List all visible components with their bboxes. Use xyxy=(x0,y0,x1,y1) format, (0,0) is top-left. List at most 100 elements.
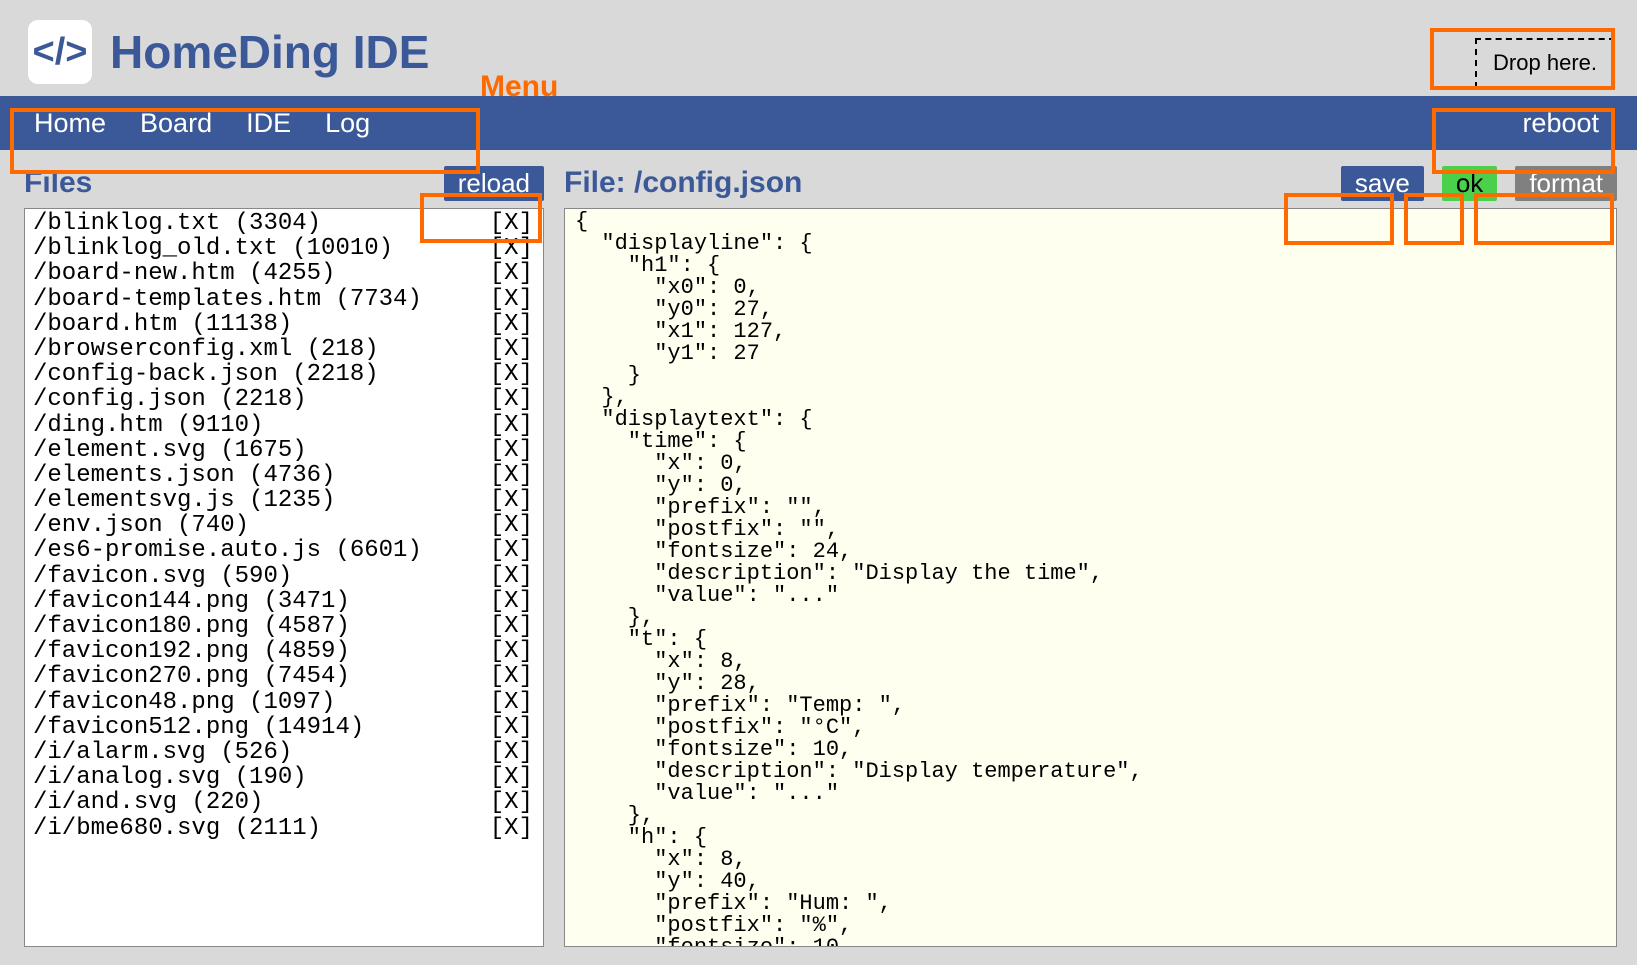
format-button[interactable]: format xyxy=(1515,166,1617,201)
file-delete-button[interactable]: [X] xyxy=(490,538,533,563)
file-delete-button[interactable]: [X] xyxy=(490,816,533,841)
file-row[interactable]: /env.json (740) [X] xyxy=(33,513,537,538)
file-name[interactable]: /es6-promise.auto.js (6601) xyxy=(33,538,422,563)
file-delete-button[interactable]: [X] xyxy=(490,765,533,790)
file-delete-button[interactable]: [X] xyxy=(490,287,533,312)
drop-zone[interactable]: Drop here. xyxy=(1475,38,1615,88)
file-row[interactable]: /element.svg (1675) [X] xyxy=(33,438,537,463)
file-name[interactable]: /config.json (2218) xyxy=(33,387,307,412)
file-name[interactable]: /blinklog_old.txt (10010) xyxy=(33,236,393,261)
file-delete-button[interactable]: [X] xyxy=(490,463,533,488)
logo-glyph: </> xyxy=(33,31,88,74)
file-name[interactable]: /elementsvg.js (1235) xyxy=(33,488,335,513)
main: Files reload /blinklog.txt (3304)[X]/bli… xyxy=(0,150,1637,947)
file-delete-button[interactable]: [X] xyxy=(490,664,533,689)
editor-title: File: /config.json xyxy=(564,166,802,200)
file-name[interactable]: /i/alarm.svg (526) xyxy=(33,740,292,765)
file-row[interactable]: /favicon.svg (590) [X] xyxy=(33,564,537,589)
file-row[interactable]: /favicon144.png (3471) [X] xyxy=(33,589,537,614)
file-delete-button[interactable]: [X] xyxy=(490,614,533,639)
file-delete-button[interactable]: [X] xyxy=(490,790,533,815)
file-delete-button[interactable]: [X] xyxy=(490,564,533,589)
file-row[interactable]: /i/bme680.svg (2111) [X] xyxy=(33,816,537,841)
file-row[interactable]: /board.htm (11138) [X] xyxy=(33,312,537,337)
file-row[interactable]: /elements.json (4736) [X] xyxy=(33,463,537,488)
file-delete-button[interactable]: [X] xyxy=(490,690,533,715)
file-name[interactable]: /favicon48.png (1097) xyxy=(33,690,335,715)
ok-button[interactable]: ok xyxy=(1442,166,1497,201)
file-row[interactable]: /blinklog.txt (3304) [X] xyxy=(33,211,537,236)
nav-item-board[interactable]: Board xyxy=(140,108,212,139)
files-pane: Files reload /blinklog.txt (3304)[X]/bli… xyxy=(24,164,544,947)
file-delete-button[interactable]: [X] xyxy=(490,589,533,614)
file-name[interactable]: /favicon512.png (14914) xyxy=(33,715,364,740)
file-row[interactable]: /favicon270.png (7454) [X] xyxy=(33,664,537,689)
editor-pane: File: /config.json save ok format { "dis… xyxy=(564,164,1617,947)
file-name[interactable]: /i/analog.svg (190) xyxy=(33,765,307,790)
file-name[interactable]: /favicon144.png (3471) xyxy=(33,589,350,614)
file-name[interactable]: /favicon270.png (7454) xyxy=(33,664,350,689)
file-name[interactable]: /favicon192.png (4859) xyxy=(33,639,350,664)
files-title: Files xyxy=(24,166,92,200)
file-delete-button[interactable]: [X] xyxy=(490,513,533,538)
menu-annotation: Menu xyxy=(480,70,558,104)
file-row[interactable]: /es6-promise.auto.js (6601) [X] xyxy=(33,538,537,563)
file-delete-button[interactable]: [X] xyxy=(490,312,533,337)
file-row[interactable]: /blinklog_old.txt (10010) [X] xyxy=(33,236,537,261)
file-row[interactable]: /elementsvg.js (1235) [X] xyxy=(33,488,537,513)
file-row[interactable]: /board-templates.htm (7734) [X] xyxy=(33,287,537,312)
file-delete-button[interactable]: [X] xyxy=(490,740,533,765)
file-row[interactable]: /browserconfig.xml (218) [X] xyxy=(33,337,537,362)
file-name[interactable]: /i/and.svg (220) xyxy=(33,790,263,815)
nav-item-home[interactable]: Home xyxy=(34,108,106,139)
page-title: HomeDing IDE xyxy=(110,25,429,79)
header: </> HomeDing IDE Menu Drop here. xyxy=(0,0,1637,96)
file-row[interactable]: /i/and.svg (220) [X] xyxy=(33,790,537,815)
file-list[interactable]: /blinklog.txt (3304)[X]/blinklog_old.txt… xyxy=(24,208,544,947)
file-row[interactable]: /config-back.json (2218) [X] xyxy=(33,362,537,387)
nav-item-ide[interactable]: IDE xyxy=(246,108,291,139)
save-button[interactable]: save xyxy=(1341,166,1424,201)
file-name[interactable]: /elements.json (4736) xyxy=(33,463,335,488)
file-row[interactable]: /ding.htm (9110) [X] xyxy=(33,413,537,438)
file-name[interactable]: /browserconfig.xml (218) xyxy=(33,337,379,362)
file-delete-button[interactable]: [X] xyxy=(490,261,533,286)
file-name[interactable]: /board-templates.htm (7734) xyxy=(33,287,422,312)
logo-icon: </> xyxy=(28,20,92,84)
file-row[interactable]: /favicon48.png (1097) [X] xyxy=(33,690,537,715)
file-name[interactable]: /ding.htm (9110) xyxy=(33,413,263,438)
file-row[interactable]: /i/analog.svg (190) [X] xyxy=(33,765,537,790)
file-delete-button[interactable]: [X] xyxy=(490,413,533,438)
file-name[interactable]: /favicon.svg (590) xyxy=(33,564,292,589)
file-delete-button[interactable]: [X] xyxy=(490,362,533,387)
file-row[interactable]: /i/alarm.svg (526) [X] xyxy=(33,740,537,765)
file-delete-button[interactable]: [X] xyxy=(490,337,533,362)
file-delete-button[interactable]: [X] xyxy=(490,387,533,412)
navbar: Home Board IDE Log reboot xyxy=(0,96,1637,150)
file-delete-button[interactable]: [X] xyxy=(490,639,533,664)
file-delete-button[interactable]: [X] xyxy=(490,211,533,236)
file-name[interactable]: /env.json (740) xyxy=(33,513,249,538)
file-name[interactable]: /board.htm (11138) xyxy=(33,312,292,337)
file-row[interactable]: /config.json (2218) [X] xyxy=(33,387,537,412)
file-name[interactable]: /element.svg (1675) xyxy=(33,438,307,463)
nav-item-log[interactable]: Log xyxy=(325,108,370,139)
reload-button[interactable]: reload xyxy=(444,166,544,201)
editor-textarea[interactable]: { "displayline": { "h1": { "x0": 0, "y0"… xyxy=(564,208,1617,947)
file-row[interactable]: /board-new.htm (4255) [X] xyxy=(33,261,537,286)
file-name[interactable]: /config-back.json (2218) xyxy=(33,362,379,387)
file-name[interactable]: /blinklog.txt (3304) xyxy=(33,211,321,236)
editor-title-prefix: File: xyxy=(564,166,634,199)
file-name[interactable]: /favicon180.png (4587) xyxy=(33,614,350,639)
file-row[interactable]: /favicon192.png (4859) [X] xyxy=(33,639,537,664)
file-delete-button[interactable]: [X] xyxy=(490,715,533,740)
editor-filename: /config.json xyxy=(634,166,802,199)
reboot-button[interactable]: reboot xyxy=(1504,104,1617,143)
file-delete-button[interactable]: [X] xyxy=(490,438,533,463)
file-name[interactable]: /board-new.htm (4255) xyxy=(33,261,335,286)
file-delete-button[interactable]: [X] xyxy=(490,488,533,513)
file-delete-button[interactable]: [X] xyxy=(490,236,533,261)
file-row[interactable]: /favicon180.png (4587) [X] xyxy=(33,614,537,639)
file-row[interactable]: /favicon512.png (14914) [X] xyxy=(33,715,537,740)
file-name[interactable]: /i/bme680.svg (2111) xyxy=(33,816,321,841)
